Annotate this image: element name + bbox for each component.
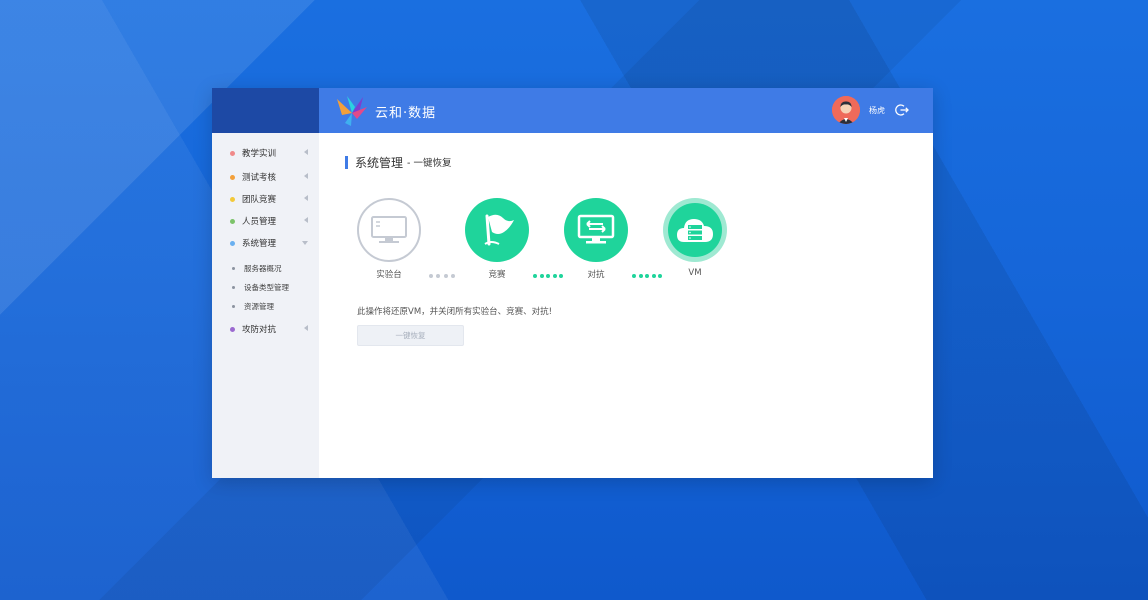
step-label: 竞赛 — [488, 270, 506, 280]
bullet-icon — [230, 218, 235, 224]
sidebar-subitem-label: 资源管理 — [244, 302, 274, 311]
sidebar-item-label: 系统管理 — [242, 239, 277, 249]
brand-name: 云和·数据 — [375, 105, 437, 121]
step-connector — [429, 274, 455, 278]
sub-bullet-icon — [232, 286, 235, 289]
step-competition: 竞赛 — [465, 198, 529, 280]
sidebar-subitem-resources[interactable]: 资源管理 — [232, 301, 274, 312]
flag-icon — [484, 214, 514, 246]
warning-text: 此操作将还原VM，并关闭所有实验台、竞赛、对抗! — [357, 307, 553, 317]
bullet-icon — [230, 150, 235, 156]
step-confrontation: 对抗 — [564, 198, 628, 280]
sub-bullet-icon — [232, 267, 235, 270]
sidebar-item-label: 人员管理 — [242, 217, 277, 227]
page-title: 系统管理 - 一键恢复 — [345, 155, 452, 170]
step-circle — [357, 198, 421, 262]
user-avatar-icon — [832, 96, 860, 124]
bullet-icon — [230, 326, 235, 332]
bullet-icon — [230, 196, 235, 202]
step-circle — [465, 198, 529, 262]
sidebar-subitem-device-types[interactable]: 设备类型管理 — [232, 282, 289, 293]
top-bar: 云和·数据 杨虎 — [319, 88, 933, 133]
sidebar-subitem-label: 服务器概况 — [244, 264, 282, 273]
sidebar-item-label: 团队竞赛 — [242, 195, 277, 205]
bullet-icon — [230, 240, 235, 246]
step-connector — [632, 274, 662, 278]
app-window: 云和·数据 杨虎 教学实训 测试考核 团队竞赛 人员管理 系统管理 服务器概况 … — [212, 88, 933, 478]
cloud-server-icon — [677, 219, 713, 242]
sidebar-subitem-label: 设备类型管理 — [244, 283, 289, 292]
sidebar-item-competition[interactable]: 团队竞赛 — [230, 191, 314, 207]
step-vm: VM — [663, 198, 727, 278]
sidebar-item-attack-defense[interactable]: 攻防对抗 — [230, 321, 314, 337]
sidebar-item-personnel[interactable]: 人员管理 — [230, 213, 314, 229]
restore-button[interactable]: 一键恢复 — [357, 325, 464, 346]
monitor-icon — [371, 216, 407, 243]
caret-left-icon — [304, 149, 308, 155]
username: 杨虎 — [869, 105, 885, 115]
step-lab: 实验台 — [357, 198, 421, 280]
caret-left-icon — [304, 195, 308, 201]
bullet-icon — [230, 174, 235, 180]
title-accent-bar — [345, 155, 348, 169]
page-title-sub: - 一键恢复 — [407, 158, 452, 169]
sidebar-item-label: 教学实训 — [242, 149, 277, 159]
exchange-monitor-icon — [577, 214, 615, 244]
page-title-main: 系统管理 — [355, 155, 404, 170]
caret-left-icon — [304, 217, 308, 223]
caret-left-icon — [304, 173, 308, 179]
sidebar-item-exam[interactable]: 测试考核 — [230, 169, 314, 185]
caret-left-icon — [304, 325, 308, 331]
sidebar-item-system[interactable]: 系统管理 — [230, 235, 314, 251]
sidebar: 教学实训 测试考核 团队竞赛 人员管理 系统管理 服务器概况 设备类型管理 资源… — [212, 133, 319, 478]
sub-bullet-icon — [232, 305, 235, 308]
step-connector — [533, 274, 563, 278]
user-area: 杨虎 — [832, 96, 909, 124]
step-label: 实验台 — [376, 270, 402, 280]
step-label: VM — [688, 268, 702, 278]
sidebar-item-label: 攻防对抗 — [242, 325, 277, 335]
sidebar-subitem-server-overview[interactable]: 服务器概况 — [232, 263, 282, 274]
main-content: 系统管理 - 一键恢复 实验台 竞赛 对抗 VM 此操作将还原VM，并关闭所有实… — [319, 133, 933, 478]
logo[interactable]: 云和·数据 — [333, 93, 436, 129]
logout-icon[interactable] — [895, 103, 909, 117]
butterfly-logo-icon — [337, 96, 367, 126]
caret-down-icon — [302, 241, 308, 245]
step-circle — [564, 198, 628, 262]
sidebar-item-label: 测试考核 — [242, 173, 277, 183]
avatar[interactable] — [832, 96, 860, 124]
step-circle — [663, 198, 727, 262]
sidebar-item-teaching[interactable]: 教学实训 — [230, 145, 314, 161]
sidebar-header — [212, 88, 319, 133]
step-label: 对抗 — [587, 270, 605, 280]
